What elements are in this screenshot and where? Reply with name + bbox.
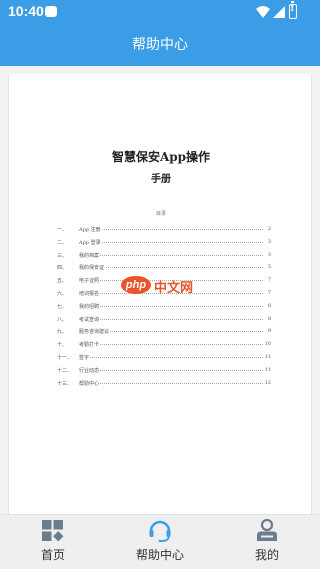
tab-help-center[interactable]: 帮助中心	[107, 515, 213, 569]
php-logo-icon: php	[121, 276, 151, 294]
document-title: 智慧保安App操作	[111, 150, 211, 164]
toc-heading: 目录	[155, 211, 166, 217]
toc-item-page: 2	[267, 226, 271, 232]
manual-document[interactable]: 智慧保安App操作 手册 目录 一、 App 注册 2 二、 App 登录 3 …	[8, 74, 312, 514]
toc-item-label: 我的保安证	[79, 264, 106, 272]
toc-item-number: 九、	[57, 329, 68, 336]
toc-item-label: 考试查询	[79, 315, 101, 323]
battery-alert-icon	[289, 1, 297, 19]
toc-item-number: 八、	[57, 316, 68, 323]
toc-item-leader	[79, 344, 263, 346]
toc-item-label: 培训报名	[79, 289, 101, 297]
toc-item-page: 8	[267, 302, 271, 309]
toc-item-page: 3	[267, 238, 271, 245]
page-title: 帮助中心	[132, 37, 188, 53]
toc-item: 八、 考试查询 8	[57, 315, 271, 329]
toc-item-page: 3	[267, 251, 271, 258]
wifi-icon	[256, 6, 270, 18]
toc-item-leader	[79, 305, 263, 307]
toc-item: 十二、 行业动态 11	[57, 366, 271, 380]
toc-item-page: 11	[264, 353, 271, 360]
toc-item: 二、 App 登录 3	[57, 238, 271, 252]
toc-item: 一、 App 注册 2	[57, 226, 271, 239]
message-notification-icon	[45, 0, 57, 17]
status-time: 10:40	[8, 3, 44, 19]
tab-mine-label: 我的	[254, 548, 279, 562]
toc-item: 九、 服务咨询建议 9	[57, 328, 271, 341]
toc-item-number: 四、	[57, 265, 68, 272]
toc-item-page: 8	[267, 315, 271, 322]
home-grid-icon	[42, 520, 64, 542]
toc-item-leader	[79, 229, 263, 230]
toc-item-leader	[79, 241, 263, 243]
toc-item-number: 一、	[57, 227, 68, 233]
toc-item: 七、 我的招聘 8	[57, 302, 271, 316]
toc-item-page: 5	[267, 264, 271, 271]
tab-home[interactable]: 首页	[0, 515, 106, 569]
toc-item-number: 十一、	[57, 354, 73, 361]
toc-item: 十三、 帮助中心 12	[57, 379, 271, 393]
toc-item-page: 12	[264, 379, 271, 386]
toc-item-label: 签字	[79, 353, 91, 361]
toc-item-number: 二、	[57, 239, 68, 246]
toc-item-page: 11	[264, 366, 271, 373]
table-of-contents: 一、 App 注册 2 二、 App 登录 3 三、 我的档案 3 四、 我的保…	[57, 226, 271, 392]
toc-item-page: 9	[267, 328, 271, 335]
toc-item-leader	[79, 356, 263, 358]
toc-item: 三、 我的档案 3	[57, 251, 271, 265]
toc-item-label: 电子证照	[79, 277, 101, 285]
toc-item-number: 七、	[57, 303, 68, 310]
tab-help-center-label: 帮助中心	[135, 548, 184, 562]
toc-item-label: 帮助中心	[79, 379, 101, 387]
toc-item-page: 7	[267, 277, 271, 284]
user-icon	[257, 518, 277, 541]
php-watermark: php 中文网	[121, 274, 211, 298]
toc-item-page: 7	[267, 289, 271, 296]
signal-icon	[273, 6, 285, 18]
toc-item-label: App 注册	[79, 226, 102, 233]
document-subtitle: 手册	[151, 174, 171, 185]
toc-item-number: 六、	[57, 290, 68, 297]
bottom-tab-bar: 首页 帮助中心 我的	[0, 514, 320, 569]
toc-item-number: 十、	[57, 342, 68, 349]
toc-item-leader	[79, 267, 263, 269]
toc-item: 十、 考勤打卡 10	[57, 341, 271, 354]
tab-home-label: 首页	[40, 548, 65, 562]
status-bar: 10:40	[0, 0, 320, 24]
toc-item-label: 我的档案	[79, 251, 101, 259]
toc-item: 十一、 签字 11	[57, 353, 271, 367]
toc-item-label: 行业动态	[79, 366, 101, 374]
toc-item-leader	[79, 318, 263, 320]
headset-icon	[149, 520, 171, 542]
toc-item-leader	[79, 382, 263, 384]
toc-item-number: 三、	[57, 252, 68, 259]
toc-item-number: 五、	[57, 278, 68, 285]
toc-item-leader	[79, 369, 263, 371]
toc-item-label: 服务咨询建议	[79, 328, 111, 336]
toc-item-label: 考勤打卡	[79, 341, 101, 349]
toc-item-leader	[79, 254, 263, 256]
tab-mine[interactable]: 我的	[214, 515, 320, 569]
toc-item-number: 十三、	[57, 380, 73, 387]
toc-item-number: 十二、	[57, 367, 73, 374]
watermark-text: 中文网	[154, 281, 194, 296]
toc-item-label: 我的招聘	[79, 302, 101, 310]
toc-item-page: 10	[264, 341, 271, 348]
header-bar: 帮助中心	[0, 24, 320, 66]
toc-item-label: App 登录	[79, 238, 102, 246]
